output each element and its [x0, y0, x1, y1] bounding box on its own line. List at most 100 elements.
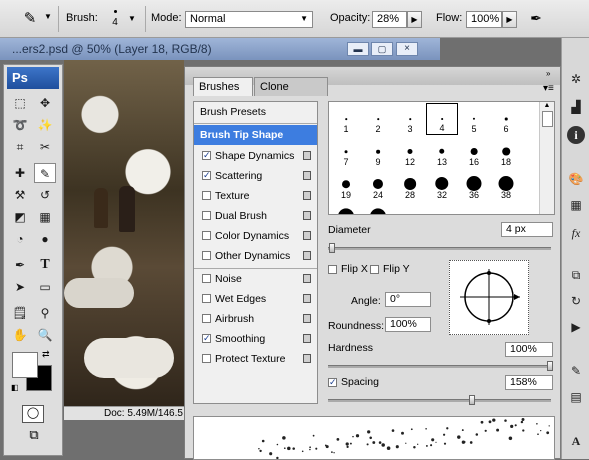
info-icon[interactable]: i — [567, 126, 585, 144]
texture-item[interactable]: Texture — [194, 186, 317, 206]
scrollbar-thumb[interactable] — [541, 111, 553, 127]
lock-icon[interactable] — [303, 334, 311, 343]
noise-checkbox[interactable] — [202, 274, 211, 283]
protect-texture-checkbox[interactable] — [202, 354, 211, 363]
brush-tip-cell[interactable]: 36 — [458, 169, 490, 201]
spacing-checkbox[interactable]: ✓ — [328, 378, 337, 387]
brush-tip-cell[interactable]: 4 — [426, 103, 458, 135]
airbrush-icon[interactable]: ✒ — [525, 10, 547, 30]
roundness-input[interactable]: 100% — [385, 317, 431, 332]
smoothing-checkbox[interactable]: ✓ — [202, 334, 211, 343]
magic-wand-icon[interactable]: ✨ — [34, 115, 56, 135]
path-selection-icon[interactable]: ➤ — [9, 277, 31, 297]
brush-tip-cell[interactable]: 12 — [394, 136, 426, 168]
brush-tip-cell[interactable] — [426, 202, 458, 214]
histogram-icon[interactable]: ▟ — [567, 98, 585, 116]
mode-select[interactable]: Normal ▼ — [185, 11, 313, 28]
lock-icon[interactable] — [303, 354, 311, 363]
brush-tip-cell[interactable] — [394, 202, 426, 214]
lock-icon[interactable] — [303, 151, 311, 160]
airbrush-item[interactable]: Airbrush — [194, 309, 317, 329]
dual-brush-checkbox[interactable] — [202, 211, 211, 220]
navigator-icon[interactable]: ✲ — [567, 70, 585, 88]
hardness-slider-thumb[interactable] — [547, 361, 553, 371]
other-dynamics-item[interactable]: Other Dynamics — [194, 246, 317, 266]
scattering-checkbox[interactable]: ✓ — [202, 171, 211, 180]
hand-tool-icon[interactable]: ✋ — [9, 325, 31, 345]
spacing-input[interactable]: 158% — [505, 375, 553, 390]
lock-icon[interactable] — [303, 191, 311, 200]
shape-tool-icon[interactable]: ▭ — [34, 277, 56, 297]
lock-icon[interactable] — [303, 171, 311, 180]
scroll-up-icon[interactable]: ▲ — [540, 102, 554, 109]
pen-tool-icon[interactable]: ✒ — [9, 255, 31, 275]
brush-tip-cell[interactable]: 24 — [362, 169, 394, 201]
history-brush-icon[interactable]: ↺ — [34, 185, 56, 205]
healing-brush-icon[interactable]: ✚ — [9, 163, 31, 183]
protect-texture-item[interactable]: Protect Texture — [194, 349, 317, 369]
screen-mode-icon[interactable]: ⧉ — [22, 427, 46, 445]
brush-presets-item[interactable]: Brush Presets — [194, 102, 317, 122]
character-icon[interactable]: A — [567, 432, 585, 450]
lock-icon[interactable] — [303, 294, 311, 303]
move-tool-icon[interactable]: ✥ — [34, 93, 56, 113]
brush-tip-cell[interactable]: 13 — [426, 136, 458, 168]
document-canvas[interactable] — [64, 38, 184, 420]
eraser-icon[interactable]: ◩ — [9, 207, 31, 227]
flip-x-checkbox[interactable] — [328, 265, 337, 274]
crop-tool-icon[interactable]: ⌗ — [9, 137, 31, 157]
brush-tip-cell[interactable]: 32 — [426, 169, 458, 201]
brush-tip-cell[interactable] — [362, 202, 394, 214]
spacing-slider-thumb[interactable] — [469, 395, 475, 405]
brush-tip-cell[interactable]: 28 — [394, 169, 426, 201]
spacing-slider[interactable] — [328, 399, 551, 402]
quick-mask-icon[interactable]: ◯ — [22, 405, 44, 423]
shape-dynamics-item[interactable]: ✓ Shape Dynamics — [194, 146, 317, 166]
dual-brush-item[interactable]: Dual Brush — [194, 206, 317, 226]
smoothing-item[interactable]: ✓ Smoothing — [194, 329, 317, 349]
brush-tip-cell[interactable]: 1 — [330, 103, 362, 135]
photoshop-logo[interactable]: Ps — [7, 67, 59, 89]
brush-tip-cell[interactable]: 6 — [490, 103, 522, 135]
flow-slider-button[interactable]: ▶ — [502, 11, 517, 28]
type-tool-icon[interactable]: T — [34, 255, 56, 275]
panel-collapse-icon[interactable]: » — [546, 69, 550, 78]
brush-tip-cell[interactable] — [458, 202, 490, 214]
tab-brushes[interactable]: Brushes × — [193, 77, 253, 112]
minimize-button[interactable]: ▬ — [347, 42, 369, 56]
panel-menu-icon[interactable]: ▾≡ — [543, 83, 554, 94]
brush-tip-cell[interactable]: 16 — [458, 136, 490, 168]
lock-icon[interactable] — [303, 274, 311, 283]
wet-edges-item[interactable]: Wet Edges — [194, 289, 317, 309]
hardness-input[interactable]: 100% — [505, 342, 553, 357]
color-dynamics-item[interactable]: Color Dynamics — [194, 226, 317, 246]
close-button[interactable]: × — [396, 42, 418, 56]
notes-tool-icon[interactable]: 🗒 — [9, 303, 31, 323]
diameter-slider[interactable] — [328, 247, 551, 250]
angle-roundness-widget[interactable] — [449, 260, 529, 335]
document-title-bar[interactable]: ...ers2.psd @ 50% (Layer 18, RGB/8) ▬ ▢ … — [0, 38, 440, 60]
opacity-input[interactable]: 28% — [372, 11, 407, 28]
swatches-icon[interactable]: ▦ — [567, 196, 585, 214]
tool-presets-icon[interactable]: ✎ — [567, 362, 585, 380]
brush-tip-shape-item[interactable]: Brush Tip Shape — [194, 125, 317, 145]
clone-stamp-icon[interactable]: ⚒ — [9, 185, 31, 205]
tool-preset-dropdown-icon[interactable]: ▼ — [44, 12, 52, 21]
dodge-tool-icon[interactable]: ● — [34, 229, 56, 249]
foreground-color-swatch[interactable] — [12, 352, 38, 378]
brush-tip-cell[interactable]: 5 — [458, 103, 490, 135]
brush-tip-cell[interactable]: 3 — [394, 103, 426, 135]
actions-icon[interactable]: ▶ — [567, 318, 585, 336]
wet-edges-checkbox[interactable] — [202, 294, 211, 303]
other-dynamics-checkbox[interactable] — [202, 251, 211, 260]
flip-y-checkbox[interactable] — [370, 265, 379, 274]
lock-icon[interactable] — [303, 314, 311, 323]
brush-tip-cell[interactable]: 19 — [330, 169, 362, 201]
angle-input[interactable]: 0° — [385, 292, 431, 307]
brush-tip-cell[interactable]: 2 — [362, 103, 394, 135]
restore-button[interactable]: ▢ — [371, 42, 393, 56]
marquee-tool-icon[interactable]: ⬚ — [9, 93, 31, 113]
texture-checkbox[interactable] — [202, 191, 211, 200]
color-dynamics-checkbox[interactable] — [202, 231, 211, 240]
history-icon[interactable]: ↻ — [567, 292, 585, 310]
